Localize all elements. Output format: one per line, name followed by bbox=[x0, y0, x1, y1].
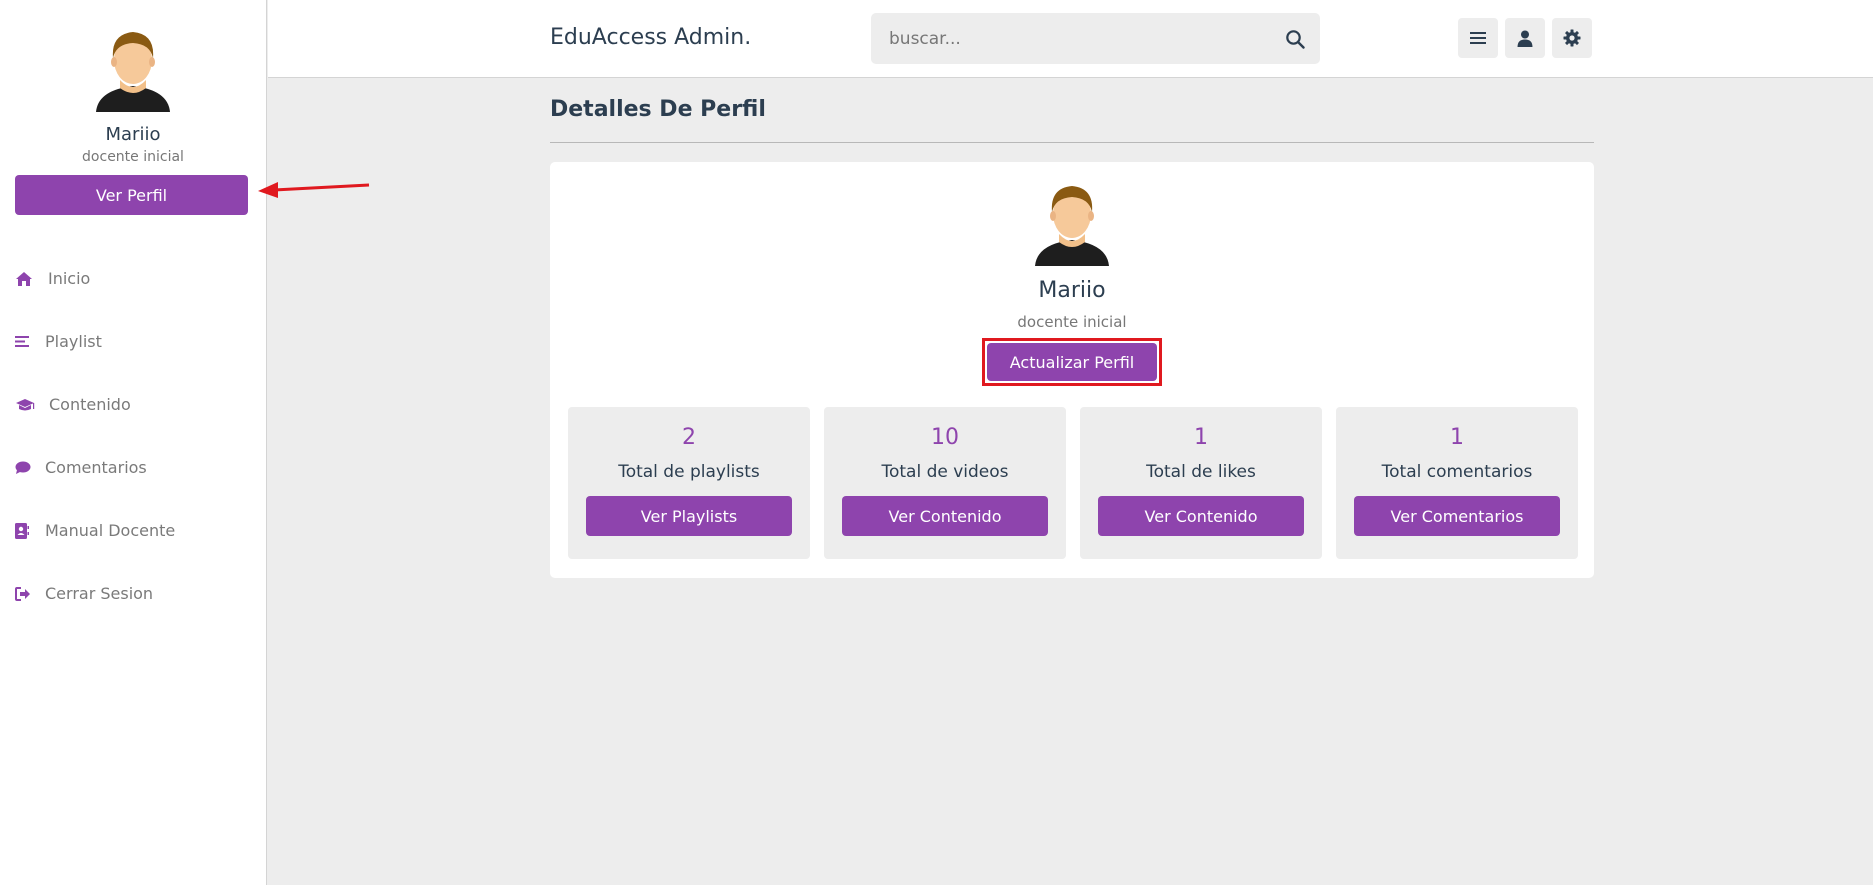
stat-count: 10 bbox=[931, 425, 959, 450]
sidebar-item-label: Comentarios bbox=[45, 458, 147, 477]
settings-button[interactable] bbox=[1552, 18, 1592, 58]
top-header: EduAccess Admin. bbox=[268, 0, 1873, 78]
stat-label: Total de likes bbox=[1146, 462, 1256, 482]
search-icon[interactable] bbox=[1270, 29, 1320, 49]
sidebar-item-contenido[interactable]: Contenido bbox=[0, 373, 266, 436]
stat-box-videos: 10 Total de videos Ver Contenido bbox=[824, 407, 1066, 559]
profile-card: Mariio docente inicial Actualizar Perfil… bbox=[550, 162, 1594, 578]
stats-row: 2 Total de playlists Ver Playlists 10 To… bbox=[568, 407, 1578, 559]
comment-icon bbox=[15, 461, 45, 475]
menu-icon bbox=[1470, 32, 1486, 44]
sign-out-icon bbox=[15, 586, 45, 601]
view-liked-content-button[interactable]: Ver Contenido bbox=[1098, 496, 1304, 536]
sidebar-item-comentarios[interactable]: Comentarios bbox=[0, 436, 266, 499]
sidebar-item-label: Contenido bbox=[49, 395, 131, 414]
stat-label: Total de playlists bbox=[618, 462, 760, 482]
stat-count: 1 bbox=[1450, 425, 1464, 450]
profile-summary: Mariio docente inicial Actualizar Perfil bbox=[550, 162, 1594, 386]
sidebar-item-label: Inicio bbox=[48, 269, 91, 288]
avatar bbox=[96, 32, 170, 112]
home-icon bbox=[15, 271, 45, 287]
view-profile-button[interactable]: Ver Perfil bbox=[15, 175, 248, 215]
graduation-cap-icon bbox=[15, 398, 49, 412]
profile-name: Mariio bbox=[1038, 278, 1106, 303]
search-input[interactable] bbox=[871, 13, 1270, 64]
title-divider bbox=[550, 142, 1594, 143]
stat-box-playlists: 2 Total de playlists Ver Playlists bbox=[568, 407, 810, 559]
view-comments-button[interactable]: Ver Comentarios bbox=[1354, 496, 1560, 536]
stat-count: 1 bbox=[1194, 425, 1208, 450]
annotation-arrow-icon bbox=[258, 182, 370, 198]
stat-count: 2 bbox=[682, 425, 696, 450]
sidebar-nav: Inicio Playlist Contenido Comentarios Ma… bbox=[0, 247, 266, 625]
view-content-button[interactable]: Ver Contenido bbox=[842, 496, 1048, 536]
app-logo[interactable]: EduAccess Admin. bbox=[550, 25, 751, 50]
sidebar-item-inicio[interactable]: Inicio bbox=[0, 247, 266, 310]
contact-book-icon bbox=[15, 522, 45, 539]
menu-button[interactable] bbox=[1458, 18, 1498, 58]
sidebar-item-label: Playlist bbox=[45, 332, 102, 351]
update-profile-button[interactable]: Actualizar Perfil bbox=[987, 343, 1157, 381]
page-title: Detalles De Perfil bbox=[550, 97, 766, 122]
sidebar: Mariio docente inicial Ver Perfil Inicio… bbox=[0, 0, 267, 885]
sidebar-user-name: Mariio bbox=[105, 124, 161, 145]
sidebar-item-label: Manual Docente bbox=[45, 521, 176, 540]
sidebar-item-label: Cerrar Sesion bbox=[45, 584, 154, 603]
stat-box-likes: 1 Total de likes Ver Contenido bbox=[1080, 407, 1322, 559]
avatar bbox=[1035, 186, 1109, 266]
profile-role: docente inicial bbox=[1017, 313, 1127, 331]
stat-label: Total de videos bbox=[881, 462, 1009, 482]
sidebar-item-cerrar-sesion[interactable]: Cerrar Sesion bbox=[0, 562, 266, 625]
view-playlists-button[interactable]: Ver Playlists bbox=[586, 496, 792, 536]
stat-label: Total comentarios bbox=[1381, 462, 1533, 482]
sidebar-user-role: docente inicial bbox=[82, 149, 184, 165]
list-icon bbox=[15, 335, 45, 348]
user-button[interactable] bbox=[1505, 18, 1545, 58]
search-bar bbox=[871, 13, 1320, 64]
gear-icon bbox=[1563, 29, 1581, 47]
update-profile-highlight: Actualizar Perfil bbox=[982, 338, 1162, 386]
sidebar-item-manual-docente[interactable]: Manual Docente bbox=[0, 499, 266, 562]
stat-box-comments: 1 Total comentarios Ver Comentarios bbox=[1336, 407, 1578, 559]
sidebar-profile: Mariio docente inicial Ver Perfil bbox=[0, 0, 266, 215]
user-icon bbox=[1517, 30, 1533, 47]
sidebar-item-playlist[interactable]: Playlist bbox=[0, 310, 266, 373]
